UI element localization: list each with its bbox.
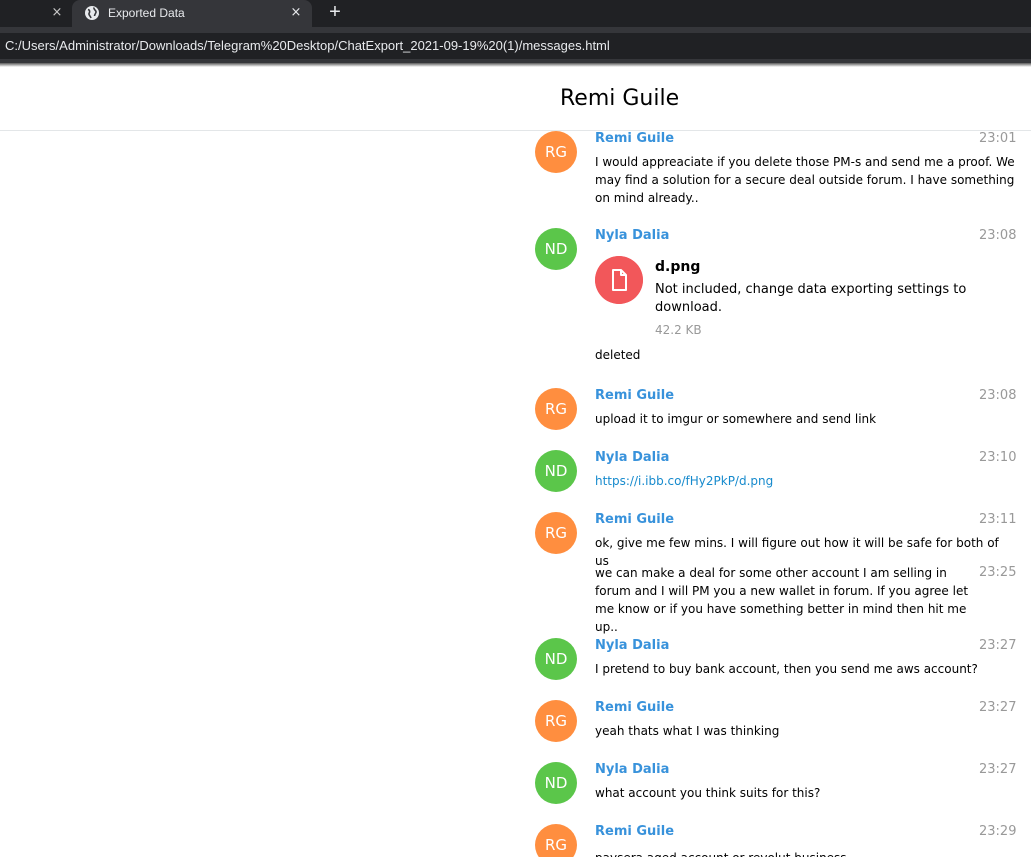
sender-name: Remi Guile [595, 512, 675, 527]
file-name: d.png [655, 259, 701, 275]
message-text: I pretend to buy bank account, then you … [595, 662, 978, 676]
browser-tabstrip: × Exported Data × + [0, 0, 1031, 27]
message-text: upload it to imgur or somewhere and send… [595, 412, 877, 426]
file-size: 42.2 KB [655, 323, 702, 337]
close-tab-icon[interactable]: × [50, 3, 64, 23]
previous-tab[interactable]: × [0, 0, 72, 27]
browser-toolbar: C:/Users/Administrator/Downloads/Telegra… [0, 27, 1031, 63]
message-time: 23:27 [979, 762, 1017, 777]
sender-name: Nyla Dalia [595, 762, 670, 777]
avatar[interactable]: RG [535, 700, 577, 742]
page-header: Remi Guile [0, 67, 1031, 131]
file-status: Not included, change data exporting sett… [655, 282, 967, 315]
message-time: 23:08 [979, 388, 1017, 403]
avatar[interactable]: RG [535, 512, 577, 554]
message-text: we can make a deal for some other accoun… [595, 566, 969, 634]
message-time: 23:29 [979, 824, 1017, 839]
message-time: 23:08 [979, 228, 1017, 243]
message-link[interactable]: https://i.ibb.co/fHy2PkP/d.png [595, 472, 1015, 490]
close-tab-icon[interactable]: × [288, 3, 304, 23]
avatar[interactable]: ND [535, 762, 577, 804]
sender-name: Nyla Dalia [595, 450, 670, 465]
message-time: 23:11 [979, 512, 1017, 527]
avatar[interactable]: ND [535, 450, 577, 492]
address-bar[interactable]: C:/Users/Administrator/Downloads/Telegra… [0, 33, 1031, 59]
avatar[interactable]: RG [535, 388, 577, 430]
avatar[interactable]: RG [535, 131, 577, 173]
message-text: deleted [595, 348, 641, 362]
avatar[interactable]: ND [535, 638, 577, 680]
message-text: what account you think suits for this? [595, 786, 821, 800]
sender-name: Nyla Dalia [595, 228, 670, 243]
document-icon [595, 256, 643, 304]
url-text[interactable]: C:/Users/Administrator/Downloads/Telegra… [5, 38, 610, 54]
sender-name: Remi Guile [595, 700, 675, 715]
sender-name: Remi Guile [595, 131, 675, 146]
message-time: 23:01 [979, 131, 1017, 146]
chat-title: Remi Guile [560, 86, 680, 111]
sender-name: Remi Guile [595, 388, 675, 403]
message-history[interactable]: RG Remi Guile 23:01 I would appreaciate … [0, 131, 1031, 857]
sender-name: Nyla Dalia [595, 638, 670, 653]
globe-icon [85, 6, 99, 20]
avatar[interactable]: ND [535, 228, 577, 270]
message-text: yeah thats what I was thinking [595, 724, 780, 738]
tab-title: Exported Data [108, 6, 185, 20]
message-time: 23:27 [979, 638, 1017, 653]
avatar[interactable]: RG [535, 824, 577, 857]
sender-name: Remi Guile [595, 824, 675, 839]
message-text: I would appreaciate if you delete those … [595, 155, 1015, 205]
message-text: paysera aged account or revolut business [595, 849, 1015, 857]
tab-exported-data[interactable]: Exported Data × [72, 0, 312, 27]
message-time: 23:27 [979, 700, 1017, 715]
message-time: 23:10 [979, 450, 1017, 465]
new-tab-button[interactable]: + [322, 1, 348, 25]
